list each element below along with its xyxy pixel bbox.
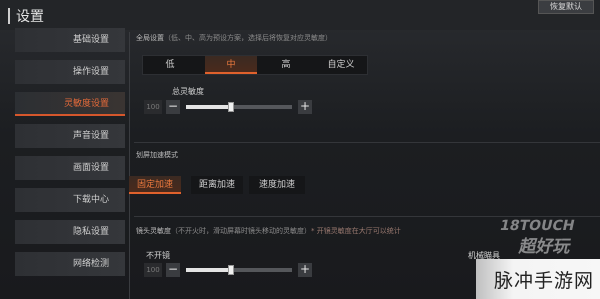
logo-chaohaowan: 超好玩 <box>517 237 573 257</box>
no-scope-minus-button[interactable]: − <box>166 263 180 277</box>
swipe-accel-selector: 固定加速 距离加速 速度加速 <box>129 176 311 196</box>
swipe-accel-label: 划屏加速模式 <box>136 151 178 159</box>
site-watermark: 脉冲手游网 <box>476 259 600 299</box>
total-sensitivity-value[interactable]: 100 <box>144 100 162 114</box>
sidebar-item-basic[interactable]: 基础设置 <box>15 28 125 52</box>
sidebar-item-network[interactable]: 网络检测 <box>15 252 125 276</box>
preset-high[interactable]: 高 <box>261 56 311 74</box>
preset-custom[interactable]: 自定义 <box>315 56 367 74</box>
sidebar-divider <box>129 32 130 299</box>
global-settings-label: 全局设置（低、中、高为预设方案，选择后将恢复对应灵敏度） <box>136 33 332 43</box>
scope-sensitivity-note-red: * 开镜灵敏度在大厅可以统计 <box>311 227 401 235</box>
total-sensitivity-minus-button[interactable]: − <box>166 100 180 114</box>
sidebar-item-sensitivity[interactable]: 灵敏度设置 <box>15 92 125 116</box>
global-settings-note: （低、中、高为预设方案，选择后将恢复对应灵敏度） <box>164 34 332 42</box>
no-scope-thumb[interactable] <box>228 265 234 275</box>
scope-sensitivity-note: （不开火时，滑动屏幕时镜头移动的灵敏度） <box>171 227 311 235</box>
section-divider-2 <box>134 216 600 217</box>
total-sensitivity-label: 总灵敏度 <box>172 87 204 96</box>
page-title: 设置 <box>16 9 44 25</box>
section-divider <box>134 142 600 143</box>
sidebar-item-controls[interactable]: 操作设置 <box>15 60 125 84</box>
total-sensitivity-slider[interactable] <box>186 105 292 109</box>
no-scope-value[interactable]: 100 <box>144 263 162 277</box>
global-settings-title: 全局设置 <box>136 34 164 42</box>
total-sensitivity-thumb[interactable] <box>228 102 234 112</box>
preset-low[interactable]: 低 <box>145 56 195 74</box>
sidebar-item-graphics[interactable]: 画面设置 <box>15 156 125 180</box>
total-sensitivity-plus-button[interactable]: + <box>298 100 312 114</box>
no-scope-slider[interactable] <box>186 268 292 272</box>
accel-distance[interactable]: 距离加速 <box>191 176 243 194</box>
reset-default-button[interactable]: 恢复默认 <box>538 0 594 14</box>
no-scope-plus-button[interactable]: + <box>298 263 312 277</box>
preset-medium[interactable]: 中 <box>205 56 257 74</box>
top-bar: 设置 恢复默认 <box>0 0 600 30</box>
global-preset-selector: 低 中 高 自定义 <box>142 55 368 75</box>
total-sensitivity-fill <box>186 105 231 109</box>
sidebar-item-privacy[interactable]: 隐私设置 <box>15 220 125 244</box>
no-scope-label: 不开镜 <box>146 251 170 260</box>
accel-fixed[interactable]: 固定加速 <box>129 176 181 194</box>
no-scope-fill <box>186 268 231 272</box>
sidebar-item-sound[interactable]: 声音设置 <box>15 124 125 148</box>
scope-sensitivity-title: 镜头灵敏度 <box>136 227 171 235</box>
sidebar: 基础设置 操作设置 灵敏度设置 声音设置 画面设置 下载中心 隐私设置 网络检测 <box>15 28 125 299</box>
scope-sensitivity-label: 镜头灵敏度（不开火时，滑动屏幕时镜头移动的灵敏度）* 开镜灵敏度在大厅可以统计 <box>136 226 401 236</box>
accel-speed[interactable]: 速度加速 <box>249 176 305 194</box>
sidebar-item-download[interactable]: 下载中心 <box>15 188 125 212</box>
title-accent-bar <box>8 8 10 24</box>
